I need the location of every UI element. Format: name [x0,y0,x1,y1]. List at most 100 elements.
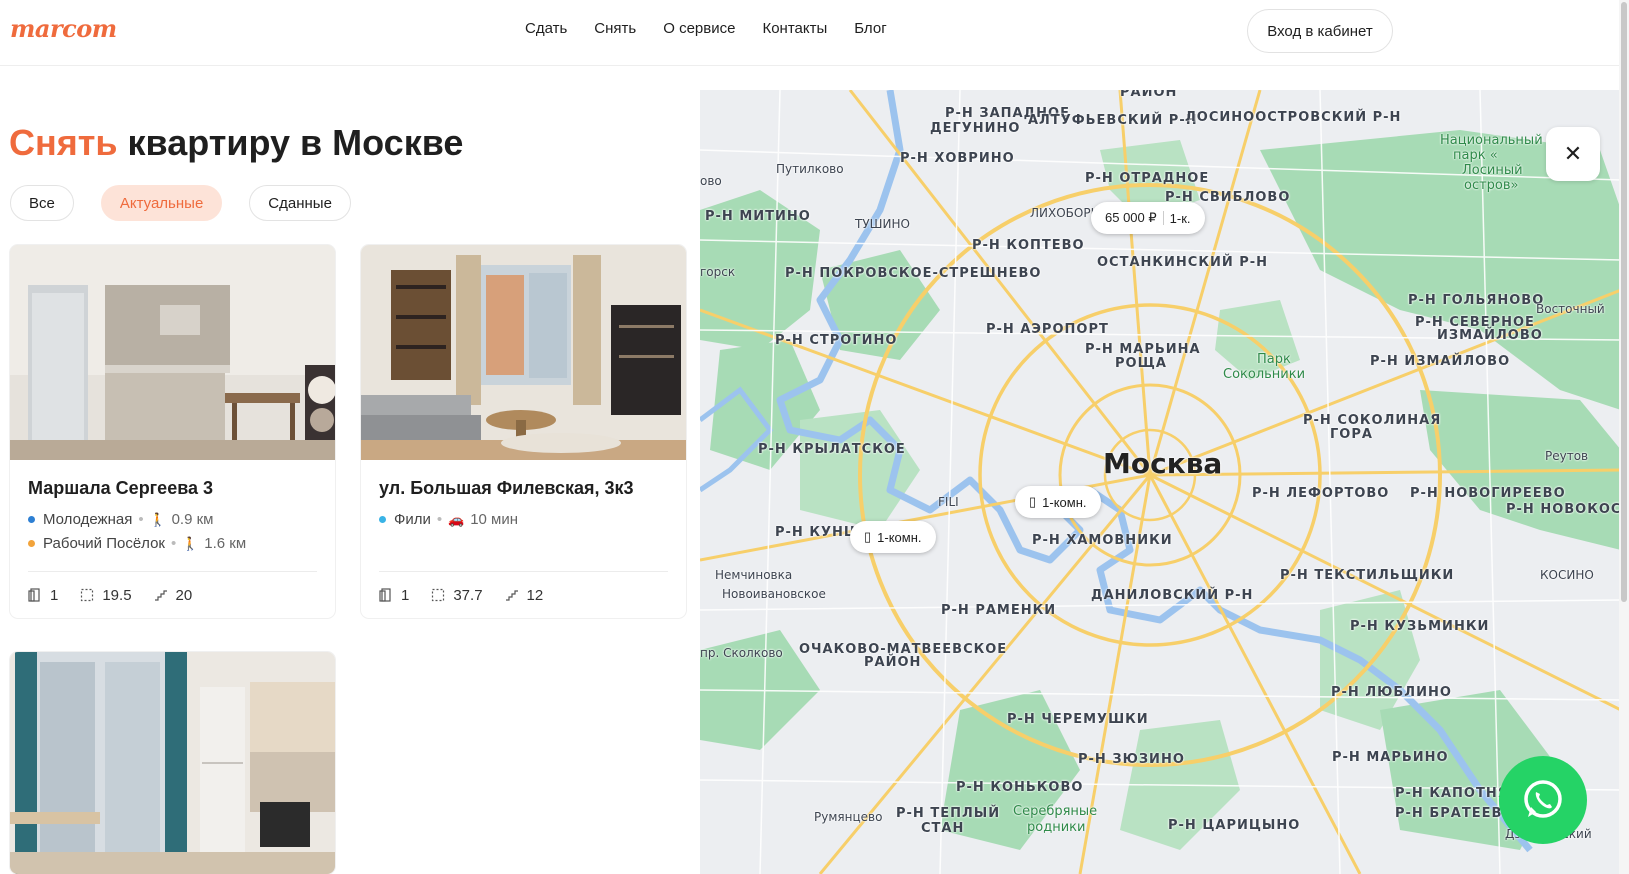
walk-icon: 🚶 [182,536,199,551]
listing-card[interactable]: ул. Большая Филевская, 3к3 Фили • 🚗 10 м… [361,245,686,618]
listing-card[interactable]: Маршала Сергеева 3 Молодежная • 🚶 0.9 км… [10,245,335,618]
map-label: ЛОСИНООСТРОВСКИЙ Р-Н [1185,110,1402,125]
map-price-pin[interactable]: 65 000 ₽ 1-к. [1091,202,1205,234]
map-label: Новоивановское [722,587,826,601]
walk-icon: 🚶 [149,512,166,527]
metro-line-dot [379,515,386,523]
rooms-value: 1 [401,586,410,604]
map-label: Путилково [776,162,844,176]
map-label: РОЩА [1115,356,1167,371]
map-label: Р-Н КУЗЬМИНКИ [1350,619,1490,634]
door-icon: ▯ [1029,494,1037,509]
listing-photo[interactable] [361,245,686,460]
door-icon: ▯ [864,529,872,544]
metro-name: Рабочий Посёлок [43,534,165,552]
map-label: ТУШИНО [855,217,910,231]
filter-all[interactable]: Все [10,185,74,221]
listing-card[interactable] [10,652,335,874]
map-label: остров» [1464,178,1519,193]
page-scrollbar[interactable] [1619,0,1629,874]
map-label: пр. Сколково [700,646,783,660]
map-label: Р-Н ЗЮЗИНО [1078,752,1185,767]
map-label: АЛТУФЬЕВСКИЙ Р-Н [1028,113,1198,128]
close-map-button[interactable]: ✕ [1546,127,1600,181]
map-label: Р-Н ТЕПЛЫЙ [896,806,1001,821]
map-city-label: Москва [1103,447,1223,480]
nav-item-rent-out[interactable]: Сдать [525,20,567,37]
map-label: Р-Н ЛЕФОРТОВО [1252,486,1390,501]
metro-station: Рабочий Посёлок • 🚶 1.6 км [28,531,317,555]
listing-photo[interactable] [10,245,335,460]
floor-stat: 12 [505,586,544,604]
listing-photo[interactable] [10,652,335,874]
map-label: ДАНИЛОВСКИЙ Р-Н [1091,588,1254,603]
area-icon [432,588,445,602]
map-label: Серебряные [1013,804,1098,819]
floor-value: 12 [526,586,544,604]
map[interactable]: РАЙОН Р-Н ЗАПАДНОЕ ДЕГУНИНО АЛТУФЬЕВСКИЙ… [700,90,1621,874]
area-stat: 37.7 [431,586,483,604]
map-label: Румянцево [814,810,883,824]
nav-item-contacts[interactable]: Контакты [762,20,827,37]
map-label: парк « [1453,148,1498,163]
metro-station: Молодежная • 🚶 0.9 км [28,507,317,531]
map-listing-pin[interactable]: ▯ 1-комн. [1015,486,1101,518]
pin-price: 65 000 ₽ [1105,210,1157,225]
metro-name: Фили [394,510,431,528]
area-value: 37.7 [453,586,483,604]
logo[interactable]: marcom [10,14,117,43]
pin-type: 1-комн. [1042,494,1087,510]
map-label: Р-Н ИЗМАЙЛОВО [1370,354,1511,369]
map-label: СТАН [921,821,965,836]
map-label: Национальный [1440,133,1543,148]
map-label: ОСТАНКИНСКИЙ Р-Н [1097,255,1269,270]
metro-name: Молодежная [43,510,133,528]
map-label: Р-Н МАРЬИНА [1085,342,1201,357]
map-label: Восточный [1536,302,1605,316]
whatsapp-button[interactable] [1499,756,1587,844]
map-label: Р-Н МИТИНО [705,209,811,224]
page-title-accent: Снять [9,122,118,163]
filter-rented[interactable]: Сданные [249,185,351,221]
whatsapp-icon [1524,780,1562,818]
listing-address[interactable]: Маршала Сергеева 3 [28,478,317,499]
page-title-rest: квартиру в Москве [117,122,464,163]
map-label: Р-Н КОПТЕВО [972,238,1085,253]
map-label: ГОРА [1330,427,1373,442]
close-icon: ✕ [1563,141,1583,166]
map-label: Р-Н СТРОГИНО [775,333,898,348]
page-title: Снять квартиру в Москве [9,122,463,164]
map-listing-pin[interactable]: ▯ 1-комн. [850,521,936,553]
nav-item-blog[interactable]: Блог [854,20,886,37]
separator-dot: • [171,534,177,552]
separator-dot: • [436,510,443,528]
nav-item-about[interactable]: О сервисе [663,20,735,37]
map-label: Р-Н ОТРАДНОЕ [1085,171,1210,186]
map-label: Лосиный [1462,163,1523,178]
login-button[interactable]: Вход в кабинет [1247,9,1393,53]
map-label: родники [1027,820,1086,835]
metro-line-dot [28,539,35,547]
map-label: КОСИНО [1540,568,1594,582]
filter-actual[interactable]: Актуальные [100,185,223,221]
rooms-value: 1 [50,586,59,604]
site-header: marcom Сдать Снять О сервисе Контакты Бл… [0,0,1629,66]
map-label: Р-Н АЭРОПОРТ [986,322,1109,337]
listing-stats: 1 37.7 12 [379,572,668,618]
pin-type: 1-к. [1169,210,1191,226]
metro-distance: 0.9 км [171,510,214,528]
nav-item-rent[interactable]: Снять [594,20,636,37]
map-label: РАЙОН [864,655,922,670]
map-label: ДЕГУНИНО [930,121,1021,136]
listing-address[interactable]: ул. Большая Филевская, 3к3 [379,478,668,499]
scrollbar-thumb[interactable] [1621,2,1627,602]
stairs-icon [505,590,518,601]
filter-chips: Все Актуальные Сданные [10,185,351,221]
map-label: Р-Н ЛЮБЛИНО [1331,685,1452,700]
map-label: Р-Н КОНЬКОВО [956,780,1084,795]
pin-type: 1-комн. [877,529,922,545]
map-label: горск [700,265,736,279]
map-label: Р-Н НОВОГИРЕЕВО [1410,486,1566,501]
area-stat: 19.5 [80,587,132,604]
